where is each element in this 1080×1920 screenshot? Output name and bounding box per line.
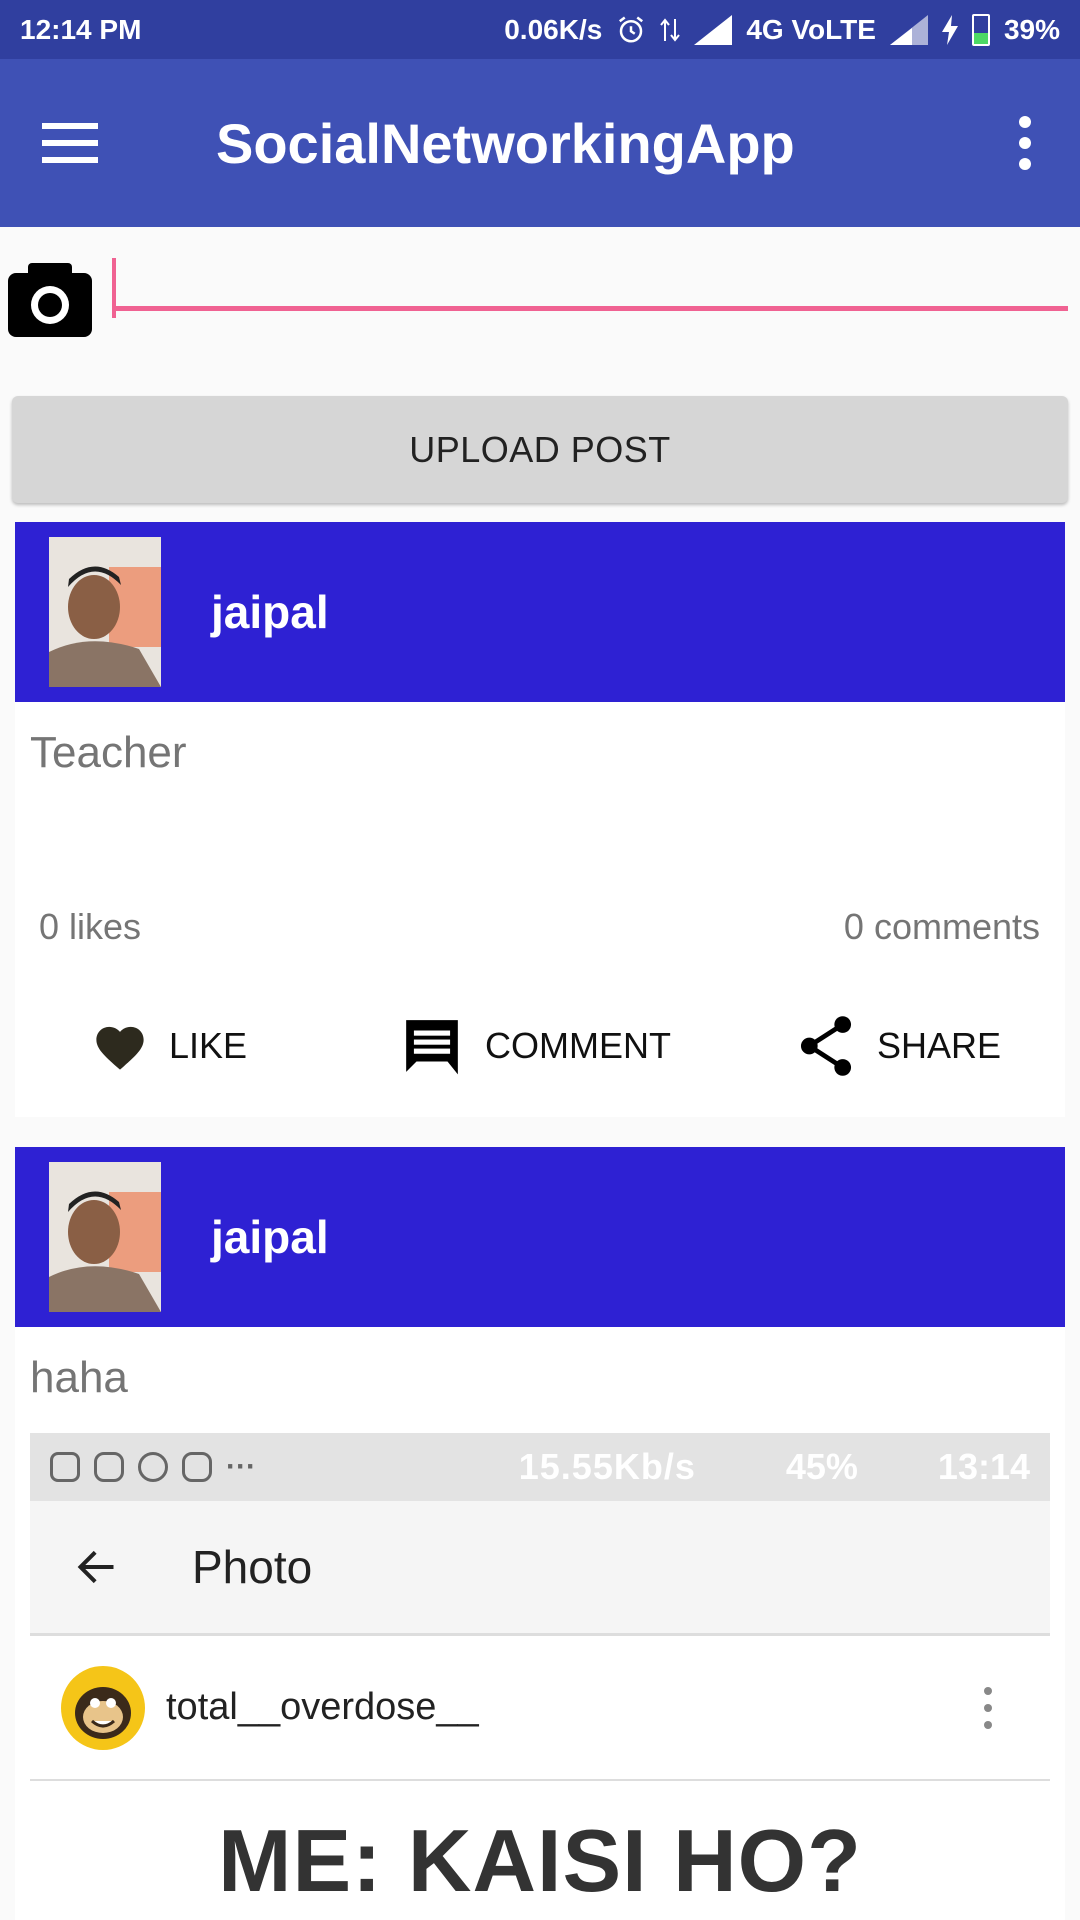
upload-post-button[interactable]: UPLOAD POST bbox=[12, 396, 1068, 503]
like-label: LIKE bbox=[169, 1025, 248, 1066]
more-icon: ··· bbox=[226, 1450, 256, 1483]
image-status-battery: 45% bbox=[785, 1446, 858, 1487]
gallery-icon bbox=[50, 1452, 80, 1482]
app-title: SocialNetworkingApp bbox=[216, 111, 795, 175]
network-type: 4G VoLTE bbox=[746, 13, 876, 45]
camera-icon bbox=[8, 263, 92, 337]
signal-icon-2 bbox=[889, 14, 928, 45]
image-status-speed: 15.55Kb/s bbox=[518, 1446, 696, 1487]
battery-level: 39% bbox=[1003, 13, 1060, 45]
post-counts: 0 likes 0 comments bbox=[15, 906, 1065, 948]
app-bar: SocialNetworkingApp bbox=[0, 59, 1080, 227]
like-button[interactable]: LIKE bbox=[93, 996, 247, 1096]
whatsapp-icon bbox=[138, 1452, 168, 1482]
post-header: jaipal bbox=[15, 1147, 1065, 1327]
image-username: total__overdose__ bbox=[166, 1686, 479, 1728]
back-arrow-icon bbox=[77, 1550, 114, 1584]
signal-icon bbox=[694, 14, 733, 45]
post-text-input[interactable] bbox=[112, 255, 1068, 311]
status-bar: 12:14 PM 0.06K/s 4G VoLTE 39% bbox=[0, 0, 1080, 59]
text-cursor bbox=[112, 258, 116, 318]
image-title: Photo bbox=[192, 1541, 313, 1593]
post-author[interactable]: jaipal bbox=[211, 1210, 329, 1264]
comments-count: 0 comments bbox=[843, 906, 1040, 947]
post-card: jaipal Teacher 0 likes 0 comments LIKE C… bbox=[15, 522, 1065, 1117]
avatar[interactable] bbox=[49, 1162, 161, 1312]
share-button[interactable]: SHARE bbox=[797, 996, 1001, 1096]
share-icon bbox=[800, 1016, 852, 1076]
overflow-menu-button[interactable] bbox=[970, 59, 1080, 227]
heart-icon bbox=[96, 1026, 144, 1070]
avatar[interactable] bbox=[49, 537, 161, 687]
post-author[interactable]: jaipal bbox=[211, 585, 329, 639]
data-arrows-icon bbox=[660, 17, 681, 43]
monkey-avatar-icon bbox=[61, 1665, 145, 1750]
image-user-row: total__overdose__ bbox=[30, 1636, 1050, 1781]
instagram-icon bbox=[94, 1452, 124, 1482]
battery-icon bbox=[971, 13, 990, 46]
comment-label: COMMENT bbox=[485, 1025, 671, 1066]
camera-button[interactable] bbox=[8, 261, 92, 337]
more-vert-icon bbox=[984, 1686, 992, 1729]
instagram-icon bbox=[182, 1452, 212, 1482]
network-speed: 0.06K/s bbox=[504, 13, 603, 45]
likes-count: 0 likes bbox=[39, 906, 142, 947]
compose-area bbox=[0, 227, 1080, 377]
alarm-icon bbox=[616, 15, 646, 45]
post-text: Teacher bbox=[30, 728, 187, 777]
post-image[interactable]: ··· 15.55Kb/s 45% 13:14 Photo total__ove… bbox=[30, 1433, 1050, 1920]
image-status-bar: ··· 15.55Kb/s 45% 13:14 bbox=[30, 1433, 1050, 1501]
post-header: jaipal bbox=[15, 522, 1065, 702]
share-label: SHARE bbox=[877, 1025, 1002, 1066]
image-status-time: 13:14 bbox=[937, 1446, 1030, 1487]
meme-text: ME: KAISI HO? bbox=[218, 1811, 862, 1910]
image-app-bar: Photo bbox=[30, 1501, 1050, 1636]
hamburger-icon bbox=[42, 123, 98, 163]
charging-icon bbox=[941, 14, 958, 45]
comment-icon bbox=[406, 1020, 458, 1075]
post-text: haha bbox=[30, 1353, 128, 1402]
post-card: jaipal haha ··· 15.55Kb/s 45% 13:14 Phot… bbox=[15, 1147, 1065, 1920]
menu-button[interactable] bbox=[0, 59, 170, 227]
meme-text-area: ME: KAISI HO? bbox=[30, 1781, 1050, 1920]
comment-button[interactable]: COMMENT bbox=[401, 996, 671, 1096]
post-actions: LIKE COMMENT SHARE bbox=[15, 996, 1065, 1096]
status-time: 12:14 PM bbox=[20, 13, 142, 45]
